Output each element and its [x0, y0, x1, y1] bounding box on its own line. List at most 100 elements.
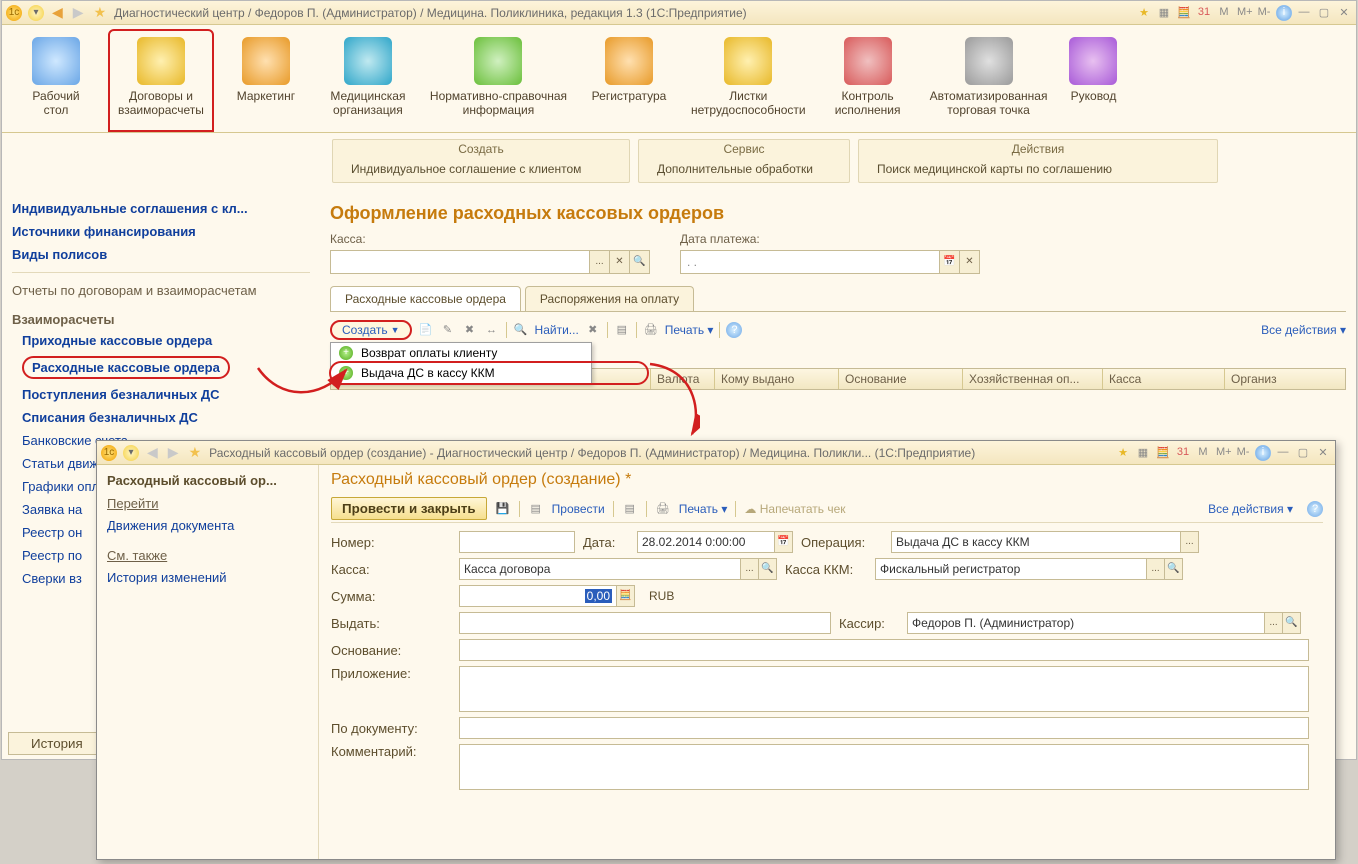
- close-icon[interactable]: ✕: [1315, 445, 1331, 461]
- post-icon[interactable]: ▤: [528, 501, 544, 517]
- sidebar-reports[interactable]: Отчеты по договорам и взаиморасчетам: [12, 279, 310, 302]
- date-calendar-icon[interactable]: 📅: [774, 532, 792, 552]
- tb-icon-a[interactable]: ▦: [1135, 445, 1151, 461]
- dropdown-item-tokassa[interactable]: +Выдача ДС в кассу ККМ: [331, 363, 591, 383]
- midbox-actions[interactable]: ДействияПоиск медицинской карты по согла…: [858, 139, 1218, 183]
- search-icon[interactable]: 🔍: [513, 322, 529, 338]
- refresh-icon[interactable]: ↔: [484, 322, 500, 338]
- fld-kassa[interactable]: Касса договора...🔍: [459, 558, 777, 580]
- gh-col-whom[interactable]: Кому выдано: [715, 369, 839, 389]
- op-lookup-icon[interactable]: ...: [1180, 532, 1198, 552]
- kassa-clear-icon[interactable]: ✕: [609, 251, 629, 273]
- calc-icon[interactable]: 🧮: [1155, 445, 1171, 461]
- info-icon[interactable]: i: [1276, 5, 1292, 21]
- child-help-icon[interactable]: ?: [1307, 501, 1323, 517]
- sidebar-link-policies[interactable]: Виды полисов: [12, 243, 310, 266]
- maximize-icon[interactable]: ▢: [1295, 445, 1311, 461]
- list-icon-b[interactable]: ▤: [622, 501, 638, 517]
- nav-back-icon[interactable]: ◀: [145, 444, 160, 461]
- kassa-search-icon[interactable]: 🔍: [629, 251, 649, 273]
- post-link[interactable]: Провести: [552, 502, 605, 516]
- date-clear-icon[interactable]: ✕: [959, 251, 979, 273]
- fld-sum[interactable]: 0,00🧮: [459, 585, 635, 607]
- mem-m[interactable]: M: [1216, 5, 1232, 21]
- child-link-movements[interactable]: Движения документа: [107, 515, 308, 536]
- delete-icon[interactable]: ✖: [462, 322, 478, 338]
- tab-expense-orders[interactable]: Расходные кассовые ордера: [330, 286, 521, 311]
- print-link[interactable]: Печать ▾: [665, 323, 714, 337]
- gh-col-org[interactable]: Организ: [1225, 369, 1285, 389]
- tb-icon-a[interactable]: ▦: [1156, 5, 1172, 21]
- post-and-close-button[interactable]: Провести и закрыть: [331, 497, 487, 520]
- close-icon[interactable]: ✕: [1336, 5, 1352, 21]
- toolbar-desktop[interactable]: Рабочийстол: [6, 29, 106, 132]
- mem-mminus[interactable]: M-: [1256, 5, 1272, 21]
- fld-pril[interactable]: [459, 666, 1309, 712]
- fld-date[interactable]: 28.02.2014 0:00:00📅: [637, 531, 793, 553]
- info-icon[interactable]: i: [1255, 445, 1271, 461]
- sum-calc-icon[interactable]: 🧮: [616, 586, 634, 606]
- nav-fwd-icon[interactable]: ▶: [166, 444, 181, 461]
- fld-comment[interactable]: [459, 744, 1309, 790]
- kassa-lookup-icon[interactable]: ...: [740, 559, 758, 579]
- toolbar-director[interactable]: Руковод: [1059, 29, 1127, 132]
- menu-icon[interactable]: ▾: [28, 5, 44, 21]
- help-icon[interactable]: ?: [726, 322, 742, 338]
- filter-date-input[interactable]: . . 📅 ✕: [680, 250, 980, 274]
- clear-search-icon[interactable]: ✖: [585, 322, 601, 338]
- nav-fwd-icon[interactable]: ▶: [71, 4, 86, 21]
- minimize-icon[interactable]: —: [1296, 5, 1312, 21]
- midbox-service[interactable]: СервисДополнительные обработки: [638, 139, 850, 183]
- toolbar-marketing[interactable]: Маркетинг: [216, 29, 316, 132]
- fld-number[interactable]: [459, 531, 575, 553]
- gh-col-basis[interactable]: Основание: [839, 369, 963, 389]
- midbox-create[interactable]: СоздатьИндивидуальное соглашение с клиен…: [332, 139, 630, 183]
- minimize-icon[interactable]: —: [1275, 445, 1291, 461]
- mem-m[interactable]: M: [1195, 445, 1211, 461]
- kassir-search-icon[interactable]: 🔍: [1282, 613, 1300, 633]
- toolbar-control[interactable]: Контрольисполнения: [818, 29, 918, 132]
- dropdown-item-refund[interactable]: +Возврат оплаты клиенту: [331, 343, 591, 363]
- star-icon[interactable]: ★: [187, 444, 204, 461]
- history-button[interactable]: История: [8, 732, 106, 755]
- filter-kassa-input[interactable]: ... ✕ 🔍: [330, 250, 650, 274]
- kassir-lookup-icon[interactable]: ...: [1264, 613, 1282, 633]
- kkm-lookup-icon[interactable]: ...: [1146, 559, 1164, 579]
- fav-icon[interactable]: ★: [1136, 5, 1152, 21]
- toolbar-pos[interactable]: Автоматизированнаяторговая точка: [920, 29, 1058, 132]
- edit-icon[interactable]: ✎: [440, 322, 456, 338]
- save-icon[interactable]: 💾: [495, 501, 511, 517]
- list-icon[interactable]: ▤: [614, 322, 630, 338]
- gh-col-currency[interactable]: Валюта: [651, 369, 715, 389]
- child-link-history[interactable]: История изменений: [107, 567, 308, 588]
- fld-podoc[interactable]: [459, 717, 1309, 739]
- sidebar-link-agreements[interactable]: Индивидуальные соглашения с кл...: [12, 197, 310, 220]
- gh-col-kassa[interactable]: Касса: [1103, 369, 1225, 389]
- print-icon[interactable]: 🖨: [655, 501, 671, 517]
- sidebar-item-income[interactable]: Приходные кассовые ордера: [22, 329, 310, 352]
- sidebar-item-expense[interactable]: Расходные кассовые ордера: [22, 352, 310, 383]
- child-cheque-link[interactable]: ☁ Напечатать чек: [744, 502, 845, 516]
- maximize-icon[interactable]: ▢: [1316, 5, 1332, 21]
- find-link[interactable]: Найти...: [535, 323, 579, 337]
- create-button[interactable]: Создать▼: [330, 320, 412, 340]
- mem-mplus[interactable]: M+: [1215, 445, 1231, 461]
- fld-operation[interactable]: Выдача ДС в кассу ККМ...: [891, 531, 1199, 553]
- copy-icon[interactable]: 📄: [418, 322, 434, 338]
- sidebar-item-outgoing-cashless[interactable]: Списания безналичных ДС: [22, 406, 310, 429]
- toolbar-registry[interactable]: Регистратура: [579, 29, 679, 132]
- child-print-link[interactable]: Печать ▾: [679, 502, 728, 516]
- calendar-icon[interactable]: 31: [1196, 5, 1212, 21]
- calendar-icon[interactable]: 31: [1175, 445, 1191, 461]
- gh-col-op[interactable]: Хозяйственная оп...: [963, 369, 1103, 389]
- calc-icon[interactable]: 🧮: [1176, 5, 1192, 21]
- fld-kassakkm[interactable]: Фискальный регистратор...🔍: [875, 558, 1183, 580]
- kkm-search-icon[interactable]: 🔍: [1164, 559, 1182, 579]
- toolbar-contracts[interactable]: Договоры ивзаиморасчеты: [108, 29, 214, 132]
- nav-back-icon[interactable]: ◀: [50, 4, 65, 21]
- kassa-lookup-icon[interactable]: ...: [589, 251, 609, 273]
- mem-mminus[interactable]: M-: [1235, 445, 1251, 461]
- fld-kassir[interactable]: Федоров П. (Администратор)...🔍: [907, 612, 1301, 634]
- menu-icon[interactable]: ▾: [123, 445, 139, 461]
- fld-vydat[interactable]: [459, 612, 831, 634]
